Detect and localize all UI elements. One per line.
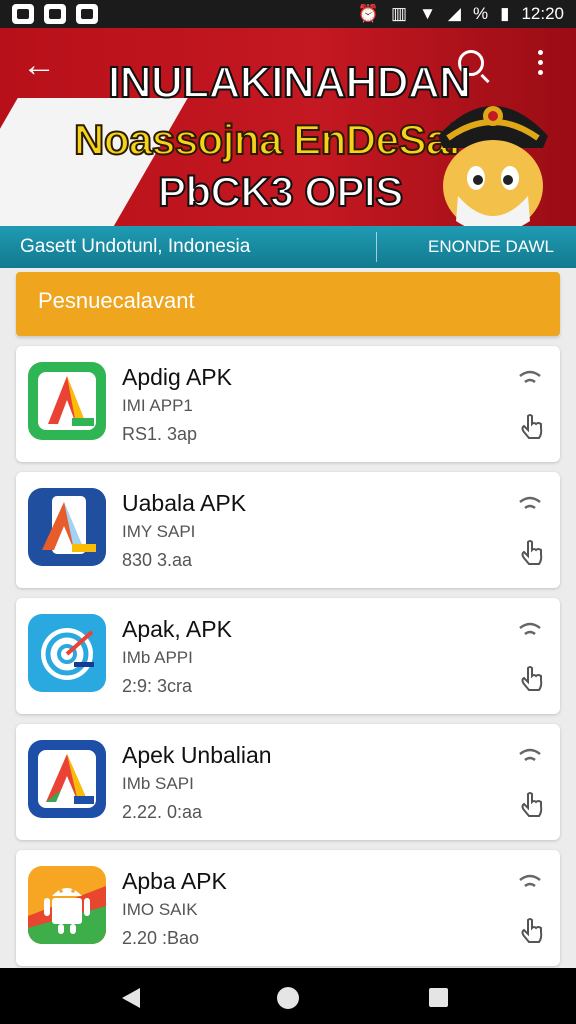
mascot-illustration	[438, 106, 548, 226]
app-list-item[interactable]: Uabala APK IMY SAPI 830 3.aa	[16, 472, 560, 588]
app-size: 830 3.aa	[122, 550, 193, 570]
banner-subtitle: Noassojna EnDeSai	[73, 115, 461, 164]
signal-wave-icon	[519, 622, 541, 636]
target-app-icon	[28, 614, 106, 692]
app-size: 2:9: 3cra	[122, 676, 193, 696]
clock: 12:20	[521, 4, 564, 23]
tap-download-icon[interactable]	[516, 790, 546, 820]
app-name: Uabala APK	[122, 490, 247, 516]
phone-arrow-app-icon	[28, 488, 106, 566]
location-label[interactable]: Gasett Undotunl, Indonesia	[0, 232, 377, 262]
blue-arrow-app-icon	[28, 740, 106, 818]
download-tab[interactable]: ENONDE DAWL	[377, 237, 576, 257]
signal-wave-icon	[519, 748, 541, 762]
banner-title: INULAKINAHDAN	[107, 57, 472, 108]
nav-recents-icon[interactable]	[429, 988, 448, 1007]
app-meta: IMb APPI	[122, 648, 193, 667]
location-bar: Gasett Undotunl, Indonesia ENONDE DAWL	[0, 226, 576, 268]
section-header[interactable]: Pesnuecalavant	[16, 272, 560, 336]
app-meta: IMI APP1	[122, 396, 193, 415]
app-notification-icon	[44, 4, 66, 24]
app-meta: IMO SAIK	[122, 900, 198, 919]
wifi-icon: ▼	[419, 4, 436, 23]
app-list-item[interactable]: Apba APK IMO SAIK 2.20 :Bao	[16, 850, 560, 966]
app-list-item[interactable]: Apak, APK IMb APPI 2:9: 3cra	[16, 598, 560, 714]
nav-home-icon[interactable]	[277, 987, 299, 1009]
battery-percent: %	[472, 4, 489, 23]
signal-icon: ◢	[447, 4, 461, 23]
tap-download-icon[interactable]	[516, 916, 546, 946]
app-name: Apek Unbalian	[122, 742, 272, 768]
app-list-item[interactable]: Apdig APK IMI APP1 RS1. 3ap	[16, 346, 560, 462]
back-arrow-icon[interactable]: ←	[22, 48, 56, 82]
gallery-notification-icon	[12, 4, 34, 24]
green-arrow-app-icon	[28, 362, 106, 440]
signal-wave-icon	[519, 370, 541, 384]
tap-download-icon[interactable]	[516, 412, 546, 442]
app-list-item[interactable]: Apek Unbalian IMb SAPI 2.22. 0:aa	[16, 724, 560, 840]
android-app-icon	[28, 866, 106, 944]
app-name: Apdig APK	[122, 364, 232, 390]
tap-download-icon[interactable]	[516, 538, 546, 568]
app-meta: IMY SAPI	[122, 522, 196, 541]
battery-icon: ▮	[500, 4, 510, 23]
status-bar: ⏰ ▥ ▼ ◢ % ▮ 12:20	[0, 0, 576, 28]
app-meta: IMb SAPI	[122, 774, 194, 793]
app-size: 2.20 :Bao	[122, 928, 200, 948]
alarm-icon: ⏰	[357, 4, 379, 23]
app-size: RS1. 3ap	[122, 424, 198, 444]
tap-download-icon[interactable]	[516, 664, 546, 694]
message-notification-icon	[76, 4, 98, 24]
nav-back-icon[interactable]	[122, 988, 140, 1008]
more-options-icon[interactable]	[538, 50, 544, 80]
vibrate-icon: ▥	[391, 4, 408, 23]
hero-banner: ← INULAKINAHDAN Noassojna EnDeSai PbCK3 …	[0, 28, 576, 226]
app-name: Apak, APK	[122, 616, 232, 642]
app-size: 2.22. 0:aa	[122, 802, 203, 822]
app-name: Apba APK	[122, 868, 227, 894]
banner-tagline: PbCK3 OPIS	[157, 167, 404, 216]
signal-wave-icon	[519, 496, 541, 510]
signal-wave-icon	[519, 874, 541, 888]
system-nav-bar	[0, 968, 576, 1024]
